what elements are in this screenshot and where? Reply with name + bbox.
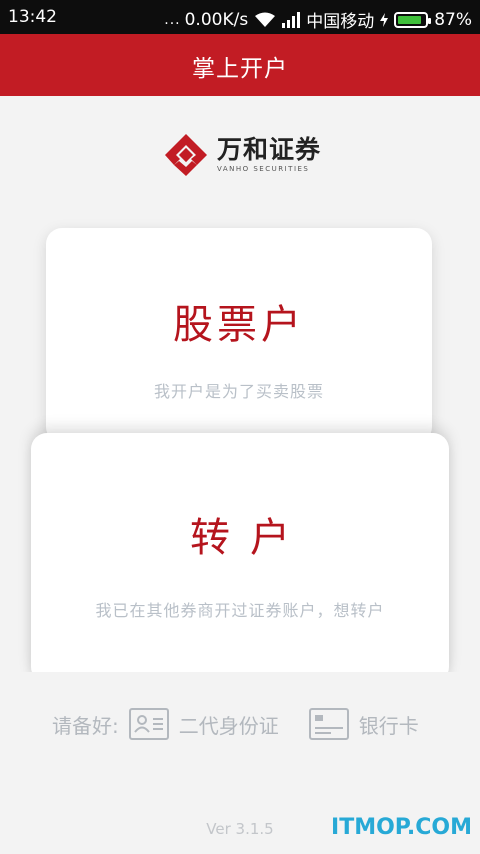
logo-name-cn: 万和证券 [217, 135, 322, 164]
stock-account-card[interactable]: 股票户 我开户是为了买卖股票 [46, 228, 432, 443]
status-time: 13:42 [8, 7, 57, 27]
wifi-icon [254, 12, 276, 28]
charging-icon [380, 12, 389, 27]
watermark: ITMOP.COM [331, 815, 472, 840]
title-bar: 掌上开户 [0, 34, 480, 96]
carrier-name: 中国移动 [306, 12, 375, 32]
status-bar: 13:42 ... 0.00K/s 中国移动 87% [0, 0, 480, 34]
network-speed: 0.00K/s [184, 9, 249, 30]
battery-icon [394, 11, 432, 28]
signal-icon [282, 11, 301, 28]
bank-card-icon [308, 708, 349, 740]
transfer-account-subtitle: 我已在其他券商开过证券账户，想转户 [95, 601, 385, 620]
transfer-account-title: 转户 [190, 515, 310, 561]
prepare-label: 请备好: [52, 713, 119, 738]
logo-name-en: VANHO SECURITIES [217, 165, 310, 173]
id-card-label: 二代身份证 [178, 713, 279, 738]
bank-card-label: 银行卡 [358, 713, 419, 738]
stock-account-subtitle: 我开户是为了买卖股票 [153, 382, 324, 401]
transfer-account-card[interactable]: 转户 我已在其他券商开过证券账户，想转户 [31, 433, 449, 683]
page-title: 掌上开户 [192, 56, 288, 82]
brand-logo: 万和证券 VANHO SECURITIES [165, 134, 321, 176]
vanho-logo-icon [165, 134, 207, 176]
status-right: ... 0.00K/s 中国移动 87% [164, 7, 472, 33]
id-card-icon [128, 708, 169, 740]
prepare-section: 请备好: 二代身份证 银行卡 [0, 672, 480, 782]
stock-account-title: 股票户 [173, 302, 305, 348]
status-dots: ... [164, 11, 181, 28]
battery-percent: 87% [434, 9, 472, 30]
